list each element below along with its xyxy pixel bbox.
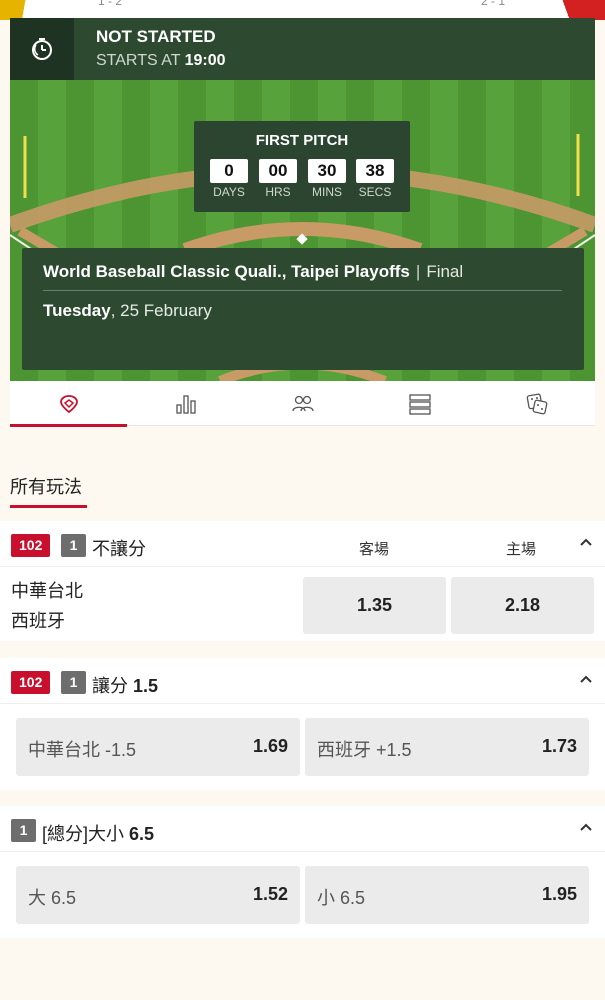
tab-standings[interactable] <box>361 381 478 426</box>
countdown-days-value: 0 <box>210 159 248 183</box>
countdown-hours-value: 00 <box>259 159 297 183</box>
countdown-hours: 00 HRS <box>259 159 297 199</box>
bar-chart-icon <box>175 394 196 414</box>
match-hero: NOT STARTED STARTS AT 19:00 FIRST PITCH … <box>10 18 595 381</box>
countdown-minutes: 30 MINS <box>308 159 346 199</box>
match-competition: World Baseball Classic Quali., Taipei Pl… <box>43 262 463 282</box>
score-left: 1 - 2 <box>98 0 123 8</box>
match-status-bar: NOT STARTED STARTS AT 19:00 <box>10 18 595 80</box>
selection-label: 小 6.5 <box>317 888 366 908</box>
active-indicator <box>10 505 87 508</box>
odds-home-button[interactable]: 2.18 <box>451 577 594 634</box>
market-title-text: 讓分 <box>92 676 134 696</box>
team-away-name: 中華台北 <box>11 581 83 601</box>
market-handicap: 102 1 讓分 1.5 中華台北 -1.5 1.69 西班牙 +1.5 1.7… <box>0 658 605 790</box>
countdown-seconds-label: SECS <box>358 185 392 199</box>
match-tabs <box>10 381 595 427</box>
tab-stats[interactable] <box>127 381 244 426</box>
starts-at-time: 19:00 <box>184 52 226 69</box>
stopwatch-icon <box>10 18 74 80</box>
odds-under-button[interactable]: 小 6.5 1.95 <box>305 866 589 924</box>
odds-away-button[interactable]: 1.35 <box>303 577 446 634</box>
players-icon <box>291 395 314 411</box>
market-count-badge: 1 <box>11 819 36 842</box>
match-info-card: World Baseball Classic Quali., Taipei Pl… <box>22 248 584 370</box>
title-separator: | <box>415 262 421 281</box>
team-flag-left <box>0 0 60 20</box>
column-home-label: 主場 <box>506 541 537 558</box>
market-line: 6.5 <box>129 824 155 844</box>
selection-label: 大 6.5 <box>28 888 77 908</box>
market-title: 讓分 1.5 <box>92 672 158 698</box>
market-title-text: [總分]大小 <box>42 824 130 844</box>
market-header[interactable]: 1 [總分]大小 6.5 <box>0 806 605 852</box>
odds-over-button[interactable]: 大 6.5 1.52 <box>16 866 300 924</box>
market-count-badge: 1 <box>61 534 86 557</box>
countdown-minutes-label: MINS <box>312 185 342 199</box>
team-home-name: 西班牙 <box>11 611 65 631</box>
market-line: 1.5 <box>133 676 159 696</box>
list-icon <box>408 393 431 415</box>
market-header[interactable]: 102 1 讓分 1.5 <box>0 658 605 704</box>
selection-label: 西班牙 +1.5 <box>317 740 412 760</box>
selection-odds: 1.52 <box>252 884 288 904</box>
countdown-days: 0 DAYS <box>210 159 248 199</box>
countdown-hours-label: HRS <box>265 185 291 199</box>
chevron-up-icon[interactable] <box>579 537 593 547</box>
scoreboard-strip: 1 - 2 2 - 1 <box>0 0 605 20</box>
divider <box>43 290 562 291</box>
tab-lineups[interactable] <box>244 381 361 426</box>
match-weekday: Tuesday <box>43 301 111 320</box>
chevron-up-icon[interactable] <box>579 674 593 684</box>
score-right: 2 - 1 <box>480 0 505 8</box>
market-total: 1 [總分]大小 6.5 大 6.5 1.52 小 6.5 1.95 <box>0 806 605 938</box>
pin-icon <box>59 394 78 413</box>
column-away-label: 客場 <box>359 541 390 558</box>
tab-pitch[interactable] <box>10 381 127 427</box>
tab-bet-builder[interactable] <box>478 381 595 426</box>
competition-name: World Baseball Classic Quali., Taipei Pl… <box>43 262 410 281</box>
market-count-badge: 1 <box>61 671 86 694</box>
team-flag-right <box>535 0 605 20</box>
market-title: [總分]大小 6.5 <box>42 820 154 846</box>
match-start-time: STARTS AT 19:00 <box>96 52 226 70</box>
teams-list: 中華台北 西班牙 <box>11 576 83 636</box>
market-moneyline: 102 1 不讓分 客場 主場 中華台北 西班牙 1.35 2.18 <box>0 521 605 641</box>
selection-odds: 1.69 <box>252 736 288 756</box>
chevron-up-icon[interactable] <box>579 822 593 832</box>
all-markets-title[interactable]: 所有玩法 <box>10 473 82 499</box>
countdown-days-label: DAYS <box>213 185 245 199</box>
countdown-title: FIRST PITCH <box>255 132 349 149</box>
match-date-value: , 25 February <box>110 301 212 320</box>
market-header[interactable]: 102 1 不讓分 客場 主場 <box>0 521 605 567</box>
dice-icon <box>526 393 547 414</box>
selection-odds: 1.73 <box>541 736 577 756</box>
match-stage: Final <box>426 262 464 281</box>
odds-handicap-away-button[interactable]: 中華台北 -1.5 1.69 <box>16 718 300 776</box>
selection-label: 中華台北 -1.5 <box>28 740 137 760</box>
starts-at-label: STARTS AT <box>96 52 181 69</box>
countdown-seconds-value: 38 <box>356 159 394 183</box>
market-title: 不讓分 <box>92 539 146 559</box>
countdown-seconds: 38 SECS <box>356 159 394 199</box>
market-code-badge: 102 <box>11 534 51 557</box>
match-date: Tuesday, 25 February <box>43 301 212 321</box>
first-pitch-countdown: FIRST PITCH 0 DAYS 00 HRS 30 MINS 38 SEC… <box>194 121 410 212</box>
odds-handicap-home-button[interactable]: 西班牙 +1.5 1.73 <box>305 718 589 776</box>
match-status-title: NOT STARTED <box>96 27 216 46</box>
countdown-minutes-value: 30 <box>308 159 346 183</box>
market-code-badge: 102 <box>11 671 51 694</box>
selection-odds: 1.95 <box>541 884 577 904</box>
